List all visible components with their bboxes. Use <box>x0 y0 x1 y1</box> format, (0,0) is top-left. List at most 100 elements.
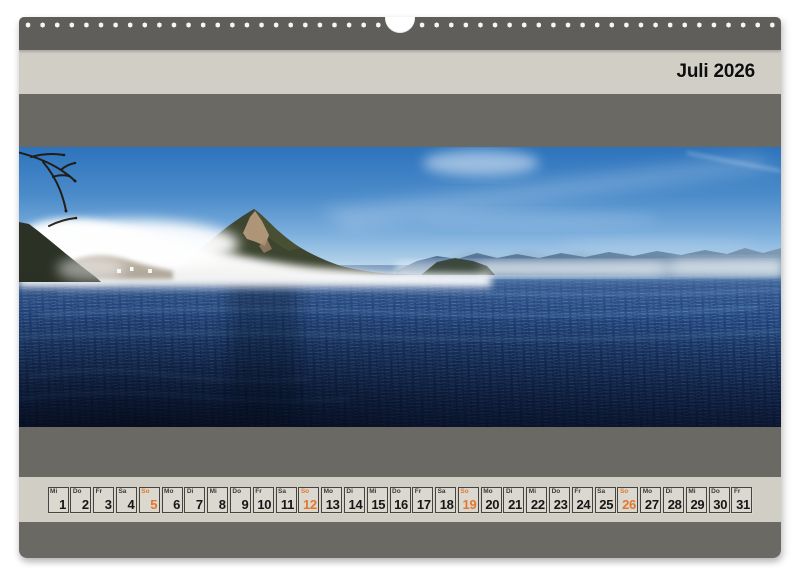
weekday-label: Mi <box>210 489 217 496</box>
day-number: 25 <box>599 498 613 511</box>
day-number: 26 <box>622 498 636 511</box>
weekday-label: Mo <box>643 489 652 496</box>
day-cell-8: Mi8 <box>207 487 228 513</box>
day-number: 17 <box>417 498 431 511</box>
weekday-label: Do <box>73 489 82 496</box>
day-number: 28 <box>668 498 682 511</box>
day-cell-6: Mo6 <box>162 487 183 513</box>
day-number: 9 <box>241 498 248 511</box>
weekday-label: Mi <box>50 489 57 496</box>
day-cell-21: Di 21 <box>503 487 524 513</box>
day-cell-22: Mi22 <box>526 487 547 513</box>
month-title: Juli 2026 <box>677 61 755 83</box>
weekday-label: Di <box>187 489 194 496</box>
day-cell-3: Fr3 <box>93 487 114 513</box>
day-cell-30: Do 30 <box>709 487 730 513</box>
weekday-label: Di <box>666 489 673 496</box>
day-number: 29 <box>690 498 704 511</box>
day-cell-25: Sa 25 <box>595 487 616 513</box>
weekday-label: Mo <box>324 489 333 496</box>
day-cell-17: Fr 17 <box>412 487 433 513</box>
day-number: 4 <box>128 498 135 511</box>
day-cell-1: Mi1 <box>48 487 69 513</box>
day-number: 1 <box>59 498 66 511</box>
day-number: 2 <box>82 498 89 511</box>
weekday-label: So <box>620 489 628 496</box>
day-number: 30 <box>713 498 727 511</box>
day-cell-11: Sa 11 <box>276 487 297 513</box>
day-number: 13 <box>326 498 340 511</box>
day-number: 31 <box>736 498 750 511</box>
weekday-label: Fr <box>255 489 262 496</box>
weekday-label: Sa <box>118 489 126 496</box>
day-number: 20 <box>485 498 499 511</box>
day-cell-12: So12 <box>298 487 319 513</box>
spacer-band-middle <box>19 427 781 477</box>
day-cell-16: Do 16 <box>390 487 411 513</box>
day-cell-20: Mo 20 <box>481 487 502 513</box>
day-number: 24 <box>577 498 591 511</box>
day-number: 6 <box>173 498 180 511</box>
weekday-label: Do <box>232 489 241 496</box>
day-number: 16 <box>394 498 408 511</box>
weekday-label: So <box>141 489 149 496</box>
weekday-label: Di <box>506 489 513 496</box>
weekday-label: Do <box>711 489 720 496</box>
weekday-label: Sa <box>438 489 446 496</box>
date-strip: Mi1Do2Fr3Sa4So5Mo6Di7Mi8Do9Fr10Sa11So12M… <box>48 487 753 513</box>
weekday-label: Fr <box>574 489 581 496</box>
spacer-band-top <box>19 94 781 147</box>
day-cell-4: Sa4 <box>116 487 137 513</box>
day-cell-23: Do 23 <box>549 487 570 513</box>
weekday-label: Di <box>346 489 353 496</box>
day-cell-7: Di7 <box>184 487 205 513</box>
binding-strip <box>19 17 781 50</box>
photo-panorama <box>19 147 781 427</box>
day-number: 14 <box>349 498 363 511</box>
day-cell-9: Do9 <box>230 487 251 513</box>
day-number: 8 <box>219 498 226 511</box>
weekday-label: Sa <box>597 489 605 496</box>
day-cell-24: Fr 24 <box>572 487 593 513</box>
day-cell-14: Di 14 <box>344 487 365 513</box>
weekday-label: Fr <box>734 489 741 496</box>
day-number: 10 <box>257 498 271 511</box>
lake-panorama-art <box>19 147 781 427</box>
day-number: 22 <box>531 498 545 511</box>
day-cell-26: So 26 <box>617 487 638 513</box>
weekday-label: Fr <box>96 489 103 496</box>
day-number: 21 <box>508 498 522 511</box>
day-number: 7 <box>196 498 203 511</box>
day-number: 11 <box>281 498 294 511</box>
day-number: 5 <box>150 498 157 511</box>
weekday-label: Fr <box>415 489 422 496</box>
weekday-label: So <box>301 489 309 496</box>
day-cell-15: Mi 15 <box>367 487 388 513</box>
day-cell-28: Di 28 <box>663 487 684 513</box>
spacer-band-bottom <box>19 522 781 558</box>
weekday-label: Sa <box>278 489 286 496</box>
day-cell-27: Mo 27 <box>640 487 661 513</box>
weekday-label: So <box>460 489 468 496</box>
weekday-label: Do <box>552 489 561 496</box>
weekday-label: Do <box>392 489 401 496</box>
day-cell-10: Fr 10 <box>253 487 274 513</box>
day-number: 3 <box>105 498 112 511</box>
day-number: 23 <box>554 498 568 511</box>
day-cell-31: Fr 31 <box>731 487 752 513</box>
day-cell-19: So 19 <box>458 487 479 513</box>
day-number: 19 <box>463 498 477 511</box>
weekday-label: Mi <box>369 489 376 496</box>
day-cell-5: So5 <box>139 487 160 513</box>
day-cell-13: Mo 13 <box>321 487 342 513</box>
day-number: 15 <box>371 498 385 511</box>
day-cell-2: Do2 <box>70 487 91 513</box>
hanger-hole <box>385 17 415 33</box>
weekday-label: Mo <box>164 489 173 496</box>
calendar-sheet: Juli 2026 <box>19 17 781 558</box>
title-band: Juli 2026 <box>19 50 781 94</box>
weekday-label: Mo <box>483 489 492 496</box>
day-cell-18: Sa18 <box>435 487 456 513</box>
weekday-label: Mi <box>688 489 695 496</box>
day-number: 27 <box>645 498 659 511</box>
